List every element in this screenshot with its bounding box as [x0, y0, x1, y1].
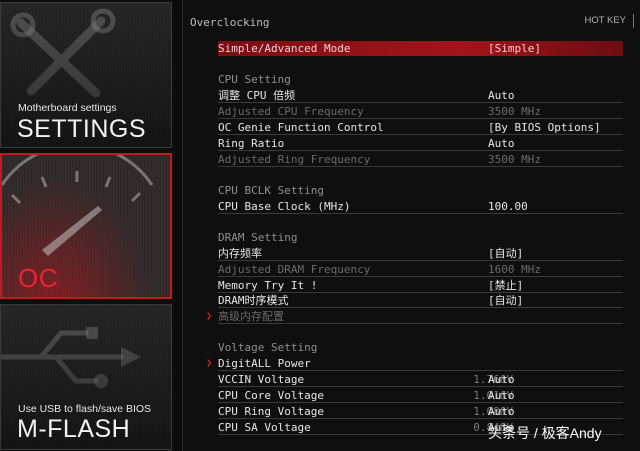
setting-value: Auto	[488, 389, 515, 402]
setting-value: [禁止]	[488, 279, 524, 292]
setting-label: DRAM时序模式	[218, 294, 289, 307]
setting-value: 1600 MHz	[488, 263, 541, 276]
submenu-arrow-icon: ❯	[206, 311, 213, 322]
vccin-voltage-row[interactable]: VCCIN Voltage 1.760V Auto	[218, 372, 623, 387]
mode-row[interactable]: Simple/Advanced Mode [Simple]	[218, 41, 623, 56]
mflash-title: M-FLASH	[17, 415, 131, 443]
main-menu: Motherboard settings SETTINGS OC Use USB…	[0, 0, 175, 451]
dram-timing-mode-row[interactable]: DRAM时序模式 [自动]	[218, 293, 623, 308]
setting-label: 内存频率	[218, 247, 262, 260]
watermark-text: 头条号 / 极客Andy	[488, 425, 602, 441]
setting-value: [自动]	[488, 294, 524, 307]
section-voltage-setting: Voltage Setting	[218, 341, 318, 354]
ring-ratio-row[interactable]: Ring Ratio Auto	[218, 136, 623, 151]
setting-label: Adjusted DRAM Frequency	[218, 263, 371, 276]
cpu-ratio-row[interactable]: 调整 CPU 倍频 Auto	[218, 88, 623, 103]
mflash-subtitle: Use USB to flash/save BIOS	[18, 403, 152, 415]
adjusted-ring-frequency-row: Adjusted Ring Frequency 3500 MHz	[218, 152, 623, 167]
page-title: Overclocking	[190, 16, 270, 29]
setting-value: 3500 MHz	[488, 153, 541, 166]
hotkey-button[interactable]: HOT KEY	[584, 15, 626, 26]
setting-label: VCCIN Voltage	[218, 373, 305, 386]
setting-value: Auto	[488, 89, 515, 102]
setting-label: Adjusted Ring Frequency	[218, 153, 371, 166]
setting-label: Ring Ratio	[218, 137, 285, 150]
setting-value: Auto	[488, 373, 515, 386]
menu-tile-oc[interactable]: OC	[0, 153, 172, 299]
digitall-power-row[interactable]: ❯ DigitALL Power	[206, 356, 623, 371]
advanced-memory-config-row[interactable]: ❯ 高级内存配置	[206, 309, 623, 324]
section-dram-setting: DRAM Setting	[218, 231, 298, 244]
setting-label: CPU Base Clock (MHz)	[218, 200, 351, 213]
setting-label: 高级内存配置	[218, 310, 284, 323]
hotkey-divider	[633, 14, 634, 28]
memory-try-it-row[interactable]: Memory Try It ! [禁止]	[218, 278, 623, 293]
setting-label: Adjusted CPU Frequency	[218, 105, 364, 118]
setting-label: DigitALL Power	[218, 357, 311, 370]
settings-title: SETTINGS	[17, 115, 147, 143]
setting-value: Auto	[488, 137, 515, 150]
cpu-base-clock-row[interactable]: CPU Base Clock (MHz) 100.00	[218, 199, 623, 214]
dram-frequency-row[interactable]: 内存频率 [自动]	[218, 246, 623, 261]
mode-label: Simple/Advanced Mode	[218, 42, 351, 55]
cpu-ring-voltage-row[interactable]: CPU Ring Voltage 1.080V Auto	[218, 404, 623, 419]
adjusted-dram-frequency-row: Adjusted DRAM Frequency 1600 MHz	[218, 262, 623, 277]
oc-title: OC	[18, 263, 58, 293]
setting-label: CPU Ring Voltage	[218, 405, 324, 418]
setting-label: CPU SA Voltage	[218, 421, 311, 434]
setting-label: OC Genie Function Control	[218, 121, 384, 134]
cpu-core-voltage-row[interactable]: CPU Core Voltage 1.016V Auto	[218, 388, 623, 403]
settings-subtitle: Motherboard settings	[18, 102, 117, 114]
menu-tile-mflash[interactable]: Use USB to flash/save BIOS M-FLASH	[0, 304, 172, 450]
mode-value: [Simple]	[488, 42, 541, 55]
setting-label: 调整 CPU 倍频	[218, 89, 296, 102]
adjusted-cpu-frequency-row: Adjusted CPU Frequency 3500 MHz	[218, 104, 623, 119]
overclocking-panel: Overclocking HOT KEY Simple/Advanced Mod…	[182, 0, 640, 451]
setting-value: [By BIOS Options]	[488, 121, 601, 134]
setting-value: Auto	[488, 405, 515, 418]
oc-genie-row[interactable]: OC Genie Function Control [By BIOS Optio…	[218, 120, 623, 135]
setting-label: Memory Try It !	[218, 279, 318, 292]
section-bclk-setting: CPU BCLK Setting	[218, 184, 324, 197]
menu-tile-settings[interactable]: Motherboard settings SETTINGS	[0, 2, 172, 148]
setting-value: [自动]	[488, 247, 524, 260]
submenu-arrow-icon: ❯	[206, 358, 213, 369]
setting-value: 100.00	[488, 200, 528, 213]
setting-label: CPU Core Voltage	[218, 389, 324, 402]
section-cpu-setting: CPU Setting	[218, 73, 291, 86]
setting-value: 3500 MHz	[488, 105, 541, 118]
